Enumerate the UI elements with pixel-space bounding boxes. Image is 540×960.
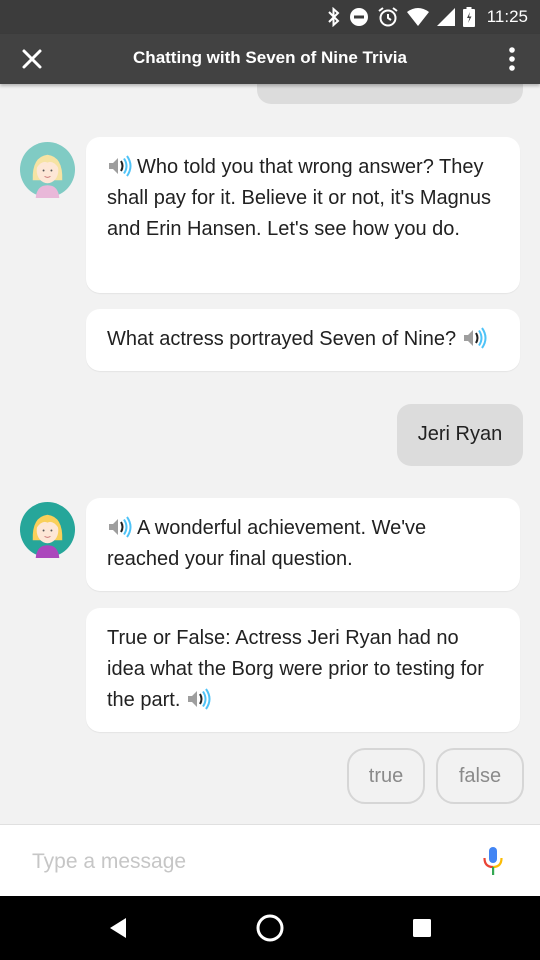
- home-icon[interactable]: [254, 912, 286, 944]
- signal-icon: [436, 8, 455, 26]
- back-icon[interactable]: [102, 912, 134, 944]
- status-bar: 11:25: [0, 0, 540, 34]
- more-vert-icon[interactable]: [500, 46, 524, 72]
- avatar: [19, 501, 76, 558]
- battery-icon: [462, 7, 475, 27]
- message-text: What actress portrayed Seven of Nine?: [107, 328, 457, 350]
- status-icons: 11:25: [327, 0, 528, 34]
- message-text: A wonderful achievement. We've reached y…: [107, 517, 427, 570]
- agent-message: Who told you that wrong answer? They sha…: [86, 137, 520, 293]
- alarm-icon: [378, 7, 398, 27]
- agent-message: What actress portrayed Seven of Nine?: [86, 309, 520, 371]
- navigation-bar: [0, 896, 540, 960]
- user-message: Jeri Ryan: [397, 404, 523, 466]
- message-text: True or False: Actress Jeri Ryan had no …: [107, 627, 484, 711]
- bluetooth-icon: [328, 7, 340, 27]
- close-icon[interactable]: [18, 45, 46, 73]
- suggestion-chip-false[interactable]: false: [436, 748, 524, 804]
- speaker-icon[interactable]: [107, 516, 133, 538]
- suggestion-chip-true[interactable]: true: [347, 748, 425, 804]
- page-title: Chatting with Seven of Nine Trivia: [133, 48, 407, 67]
- speaker-icon[interactable]: [462, 327, 488, 349]
- agent-message: True or False: Actress Jeri Ryan had no …: [86, 608, 520, 732]
- speaker-icon[interactable]: [186, 688, 212, 710]
- message-text: Who told you that wrong answer? They sha…: [107, 156, 491, 240]
- speaker-icon[interactable]: [107, 155, 133, 177]
- previous-user-bubble: [257, 84, 523, 104]
- do-not-disturb-icon: [349, 8, 368, 26]
- microphone-icon[interactable]: [480, 846, 506, 876]
- wifi-icon: [406, 8, 429, 26]
- agent-message: A wonderful achievement. We've reached y…: [86, 498, 520, 591]
- recents-icon[interactable]: [406, 912, 438, 944]
- app-bar: Chatting with Seven of Nine Trivia: [0, 34, 540, 84]
- chat-area[interactable]: Who told you that wrong answer? They sha…: [0, 84, 540, 824]
- message-input[interactable]: [30, 841, 454, 883]
- status-time: 11:25: [486, 7, 528, 26]
- avatar: [19, 141, 76, 198]
- message-input-bar: [0, 824, 540, 897]
